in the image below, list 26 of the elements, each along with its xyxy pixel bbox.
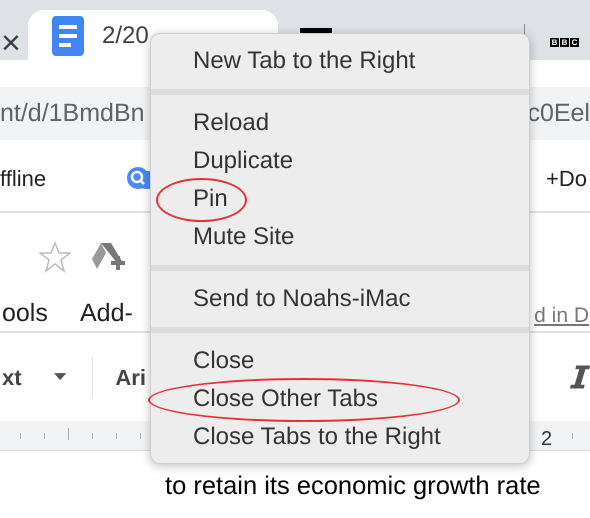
menu-item[interactable]: Close: [151, 342, 529, 380]
caret-icon: [54, 372, 66, 382]
bbc-logo: B B C: [550, 38, 579, 47]
bookmark-item[interactable]: ffline: [0, 162, 46, 194]
menu-item[interactable]: New Tab to the Right: [151, 42, 529, 80]
menu-item[interactable]: Duplicate: [151, 142, 529, 180]
url-text: c0Eel: [527, 98, 590, 129]
menu-item[interactable]: Close Other Tabs: [151, 380, 529, 418]
menu-item[interactable]: Add-: [80, 295, 133, 332]
style-select[interactable]: xt: [2, 360, 22, 394]
bookmark-item[interactable]: +Do: [546, 162, 587, 194]
tab-title: 2/20: [102, 21, 149, 51]
link[interactable]: d in D: [534, 300, 589, 332]
document-text: to retain its economic growth rate: [165, 471, 541, 502]
url-text: nt/d/1BmdBn: [0, 98, 145, 129]
menu-item[interactable]: Send to Noahs-iMac: [151, 280, 529, 318]
menu-item[interactable]: ools: [2, 295, 48, 332]
star-icon: [39, 241, 71, 273]
font-select[interactable]: Ari: [115, 360, 146, 394]
menu-item[interactable]: Close Tabs to the Right: [151, 418, 529, 456]
menu-item[interactable]: Pin: [151, 180, 529, 218]
menu-item[interactable]: Reload: [151, 104, 529, 142]
document-icon: [52, 16, 84, 56]
tab-close-button[interactable]: ×: [1, 26, 21, 60]
ruler-number: 2: [541, 427, 552, 452]
menu-item[interactable]: Mute Site: [151, 218, 529, 256]
